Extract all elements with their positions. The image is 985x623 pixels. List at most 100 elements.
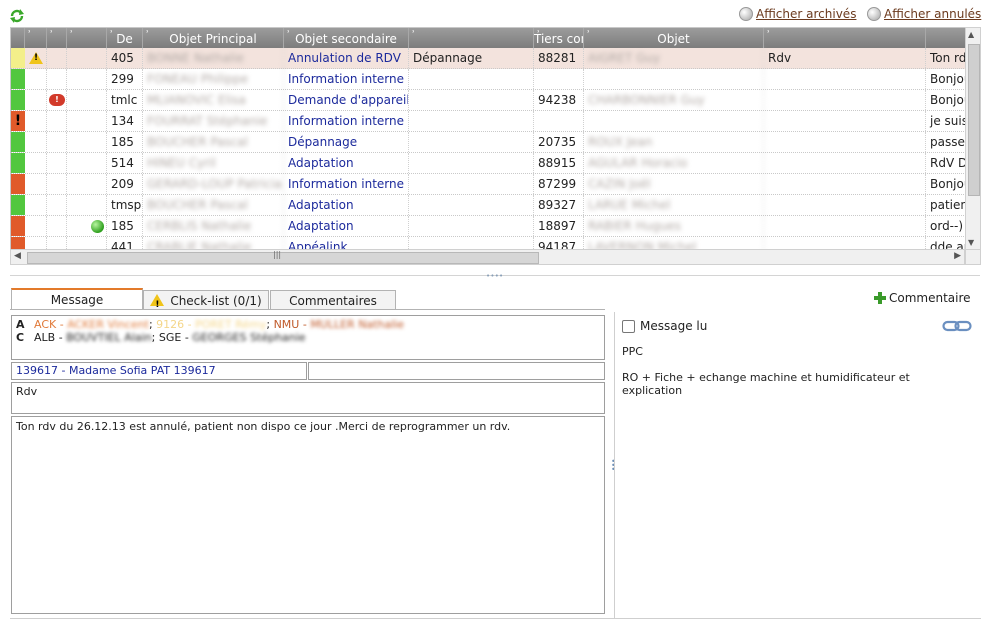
link-icon[interactable] [942,320,972,332]
sort-indicator-icon: ˒ [587,28,591,38]
alert-icon: ! [11,111,25,131]
flag-cell [67,132,107,152]
sort-indicator-icon: ˒ [412,28,416,38]
flag-cell [47,69,67,89]
flag-cell [47,174,67,194]
grid-column-header[interactable]: Objet ˒ [584,28,764,48]
cell-main: Information interne [284,174,409,194]
cell-main: Adaptation [284,153,409,173]
scroll-thumb[interactable] [27,252,539,264]
recipient: NMU - MULLER Nathalie [273,318,405,331]
warning-icon [29,52,43,64]
message-body[interactable]: Ton rdv du 26.12.13 est annulé, patient … [11,416,605,614]
cell-from: GERARD-LOUP Patricia [143,174,284,194]
recipient: SGE - GEORGES Stéphanie [158,331,306,344]
add-comment-button[interactable]: Commentaire [874,291,971,305]
show-cancelled-toggle[interactable]: Afficher annulés [867,6,981,22]
cell-objet [764,132,926,152]
cell-from: BONNE Nathalie [143,48,284,68]
radio-icon[interactable] [739,7,753,21]
show-cancelled-link[interactable]: Afficher annulés [884,7,981,21]
grid-column-header[interactable]: ˒ [47,28,67,48]
secondary-field[interactable] [308,362,605,380]
table-row[interactable]: 185 BOUCHER Pascal Dépannage 20735 ROUX Jean… [11,132,966,153]
cell-third: ROUX Jean [584,132,764,152]
cell-third: AIGRET Guy [584,48,764,68]
patient-field[interactable]: 139617 - Madame Sofia PAT 139617 [11,362,307,380]
cell-num: 18897 [534,216,584,236]
sort-indicator-icon: ˒ [50,28,54,38]
column-header-label: Objet Principal [169,32,257,46]
table-row[interactable]: 185 CERBLIS Nathalie Adaptation 18897 RABIER… [11,216,966,237]
flag-cell [67,90,107,110]
grid-column-header[interactable] [11,28,25,48]
grid-horizontal-scrollbar[interactable]: ◀ ||| ▶ [10,249,965,265]
flag-cell [67,69,107,89]
grid-column-header[interactable]: ˒ [25,28,47,48]
flag-cell [47,132,67,152]
status-indicator [11,48,25,68]
cell-code: 299 [107,69,143,89]
refresh-icon[interactable] [8,7,26,25]
table-row[interactable]: ! 134 FOURRAT Stéphanie Information interne… [11,111,966,132]
grid-column-header[interactable]: Objet Principal ˒ [143,28,284,48]
grid-column-header[interactable]: Objet secondaire ˒ [284,28,409,48]
message-read-checkbox[interactable] [622,319,635,333]
grid-column-header[interactable]: Tiers concerné˒ [534,28,584,48]
column-header-label: Objet [657,32,690,46]
sort-indicator-icon: ˒ [537,28,541,38]
grid-vertical-scrollbar[interactable]: ▲ ▼ [965,27,981,250]
flag-cell [25,195,47,215]
cell-third: AGULAR Horacio [584,153,764,173]
flag-cell [25,132,47,152]
tab-checklist[interactable]: Check-list (0/1) [143,290,269,315]
message-read-toggle[interactable]: Message lu [622,319,707,333]
scroll-up-icon[interactable]: ▲ [968,30,974,39]
scroll-left-icon[interactable]: ◀ [14,251,21,261]
cell-from: BOUCHER Pascal [143,195,284,215]
scroll-right-icon[interactable]: ▶ [954,251,961,261]
cell-text: ord--) [926,216,966,236]
flag-cell [25,111,47,131]
cell-objet [764,69,926,89]
tab-comments[interactable]: Commentaires [270,290,396,310]
cell-from: MLIANOVIC Elisa [143,90,284,110]
cell-text: patien [926,195,966,215]
cell-secondary: Dépannage [409,48,534,68]
comment-text[interactable]: PPC RO + Fiche + echange machine et humi… [622,345,952,397]
warning-icon [150,294,165,315]
status-indicator [11,69,25,89]
cell-code: tmlc [107,90,143,110]
cell-main: Adaptation [284,216,409,236]
table-row[interactable]: 209 GERARD-LOUP Patricia Information inter… [11,174,966,195]
panel-splitter[interactable]: • • • • [0,268,985,282]
grid-column-header[interactable]: ˒ [409,28,534,48]
flag-cell [67,195,107,215]
table-row[interactable]: ! tmlc MLIANOVIC Elisa Demande d'appareill 9… [11,90,966,111]
sort-indicator-icon: ˒ [767,28,771,38]
column-header-label: Tiers concerné [534,32,583,46]
cell-code: 185 [107,132,143,152]
grid-column-header[interactable]: De ˒ [107,28,143,48]
tab-message[interactable]: Message [11,288,143,310]
to-label: A [16,318,25,331]
grid-column-header[interactable]: ˒ [67,28,107,48]
subject-field[interactable]: Rdv [11,382,605,414]
scroll-thumb[interactable] [968,44,980,196]
scroll-down-icon[interactable]: ▼ [968,238,974,247]
table-row[interactable]: 405BONNE NathalieAnnulation de RDVDépann… [11,48,966,69]
radio-icon[interactable] [867,7,881,21]
table-row[interactable]: 299 FONEAU Philippe Information interne Bon… [11,69,966,90]
cell-text: Ton rdv [926,48,966,68]
table-row[interactable]: tmsp BOUCHER Pascal Adaptation 89327 LARUE M… [11,195,966,216]
show-archived-toggle[interactable]: Afficher archivés [739,6,856,22]
recipients-cc: C ALB - BOUVTIEL Alain; SGE - GEORGES Sté… [16,331,600,344]
splitter-grip-icon[interactable]: • • • • [486,272,503,280]
cell-third [584,111,764,131]
grid-column-header[interactable]: ˒ [764,28,926,48]
column-header-label: De [116,32,133,46]
flag-cell [67,48,107,68]
scroll-corner [965,249,981,265]
table-row[interactable]: 514 HINEU Cyril Adaptation 88915 AGULAR Hora… [11,153,966,174]
show-archived-link[interactable]: Afficher archivés [756,7,856,21]
